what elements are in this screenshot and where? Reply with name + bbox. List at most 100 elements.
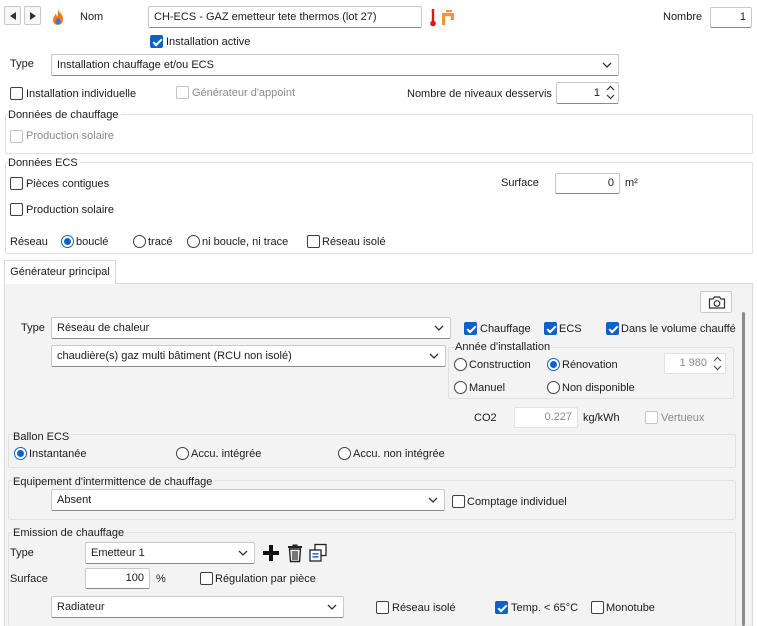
emission-title: Emission de chauffage [13,526,127,540]
non-disponible-label: Non disponible [562,382,635,394]
ballon-title: Ballon ECS [13,430,72,444]
chauffage-checkbox[interactable] [464,322,477,335]
next-button[interactable] [24,6,41,25]
surface-ecs-label: Surface [501,177,539,189]
installation-type-select[interactable]: Installation chauffage et/ou ECS [51,54,619,76]
nombre-input[interactable]: 1 [710,7,752,28]
manuel-label: Manuel [469,382,506,394]
name-label: Nom [80,11,104,23]
temp-65-checkbox[interactable] [495,601,508,614]
surface-ecs-input[interactable]: 0 [555,173,620,194]
installation-individuelle-checkbox[interactable] [10,87,23,100]
reseau-ni-boucle-radio[interactable] [187,235,200,248]
reseau-isole-ecs-checkbox[interactable] [307,235,320,248]
production-solaire-ecs-label: Production solaire [26,204,115,216]
emission-type-select[interactable]: Emetteur 1 [85,542,255,564]
reseau-isole-ecs-label: Réseau isolé [322,236,386,248]
chevron-down-icon [428,497,438,503]
manuel-radio[interactable] [454,381,467,394]
co2-label: CO2 [474,412,497,424]
camera-icon [708,296,726,309]
chevron-down-icon [238,550,248,556]
trash-icon[interactable] [285,543,305,563]
production-solaire-chauffage-label: Production solaire [26,130,115,142]
ecs-label: ECS [559,323,582,335]
generateur-type-label: Type [21,322,45,334]
intermittence-title: Equipement d'intermittence de chauffage [13,475,215,489]
regulation-piece-checkbox[interactable] [200,572,213,585]
non-disponible-radio[interactable] [547,381,560,394]
volume-chauffe-checkbox[interactable] [606,322,619,335]
niveaux-label: Nombre de niveaux desservis [407,88,552,100]
niveaux-value: 1 [593,87,600,99]
thermometer-icon [430,9,436,27]
reseau-boucle-radio[interactable] [61,235,74,248]
add-emetteur-icon[interactable] [261,543,281,563]
production-solaire-ecs-checkbox[interactable] [10,203,23,216]
tab-generateur-principal[interactable]: Générateur principal [4,260,116,284]
surface-ecs-unit: m² [625,177,638,189]
emission-type-value: Emetteur 1 [91,547,145,559]
spin-arrows-icon[interactable] [713,356,722,371]
installation-type-value: Installation chauffage et/ou ECS [57,59,214,71]
reseau-boucle-label: bouclé [76,236,109,248]
generateur-type-value: Réseau de chaleur [57,322,150,334]
triangle-right-icon [30,12,36,20]
nombre-label: Nombre [663,11,703,23]
emission-type-label: Type [10,547,34,559]
scrollbar-thumb[interactable] [742,312,745,626]
pieces-contigues-checkbox[interactable] [10,177,23,190]
construction-label: Construction [469,359,531,371]
emission-surface-input[interactable]: 100 [85,568,150,589]
co2-unit: kg/kWh [583,412,620,424]
annee-spinbox[interactable]: 1 980 [664,353,726,374]
camera-button[interactable] [700,291,732,313]
temp-65-label: Temp. < 65°C [511,602,579,614]
vertueux-label: Vertueux [661,412,705,424]
emetteur-value: Radiateur [57,601,105,613]
generateur-subtype-select[interactable]: chaudière(s) gaz multi bâtiment (RCU non… [51,345,446,367]
comptage-individuel-label: Comptage individuel [467,496,567,508]
co2-input[interactable]: 0.227 [514,407,578,428]
duplicate-icon[interactable] [308,543,328,563]
construction-radio[interactable] [454,358,467,371]
spin-arrows-icon[interactable] [606,85,615,100]
comptage-individuel-checkbox[interactable] [452,495,465,508]
chevron-down-icon [327,604,337,610]
chevron-down-icon [434,325,444,331]
donnees-ecs-title: Données ECS [8,156,80,170]
renovation-radio[interactable] [547,358,560,371]
name-input[interactable]: CH-ECS - GAZ emetteur tete thermos (lot … [148,6,422,28]
previous-button[interactable] [4,6,21,25]
installation-individuelle-label: Installation individuelle [26,88,137,100]
production-solaire-chauffage-checkbox[interactable] [10,130,23,143]
reseau-isole-emission-checkbox[interactable] [376,601,389,614]
ballon-accu-integree-radio[interactable] [176,447,189,460]
regulation-piece-label: Régulation par pièce [215,573,316,585]
chauffage-label: Chauffage [480,323,531,335]
volume-chauffe-label: Dans le volume chauffé [621,323,736,335]
niveaux-spinbox[interactable]: 1 [556,82,619,104]
ballon-instantanee-label: Instantanée [29,448,87,460]
annee-value: 1 980 [679,357,707,369]
emission-surface-unit: % [156,573,166,585]
donnees-chauffage-title: Données de chauffage [8,108,121,122]
intermittence-select[interactable]: Absent [51,489,445,511]
vertueux-checkbox[interactable] [645,411,658,424]
monotube-checkbox[interactable] [591,601,604,614]
ballon-accu-non-integree-label: Accu. non intégrée [353,448,445,460]
reseau-trace-radio[interactable] [133,235,146,248]
emission-surface-label: Surface [10,573,48,585]
generateur-type-select[interactable]: Réseau de chaleur [51,317,451,339]
renovation-label: Rénovation [562,359,618,371]
ballon-accu-non-integree-radio[interactable] [338,447,351,460]
generateur-appoint-checkbox[interactable] [176,86,189,99]
flame-icon [53,9,63,25]
installation-active-checkbox[interactable] [150,35,163,48]
faucet-icon [442,10,454,25]
emetteur-select[interactable]: Radiateur [51,596,344,618]
chevron-down-icon [429,353,439,359]
reseau-ni-boucle-label: ni boucle, ni trace [202,236,289,248]
ballon-instantanee-radio[interactable] [14,447,27,460]
ecs-checkbox[interactable] [544,322,557,335]
